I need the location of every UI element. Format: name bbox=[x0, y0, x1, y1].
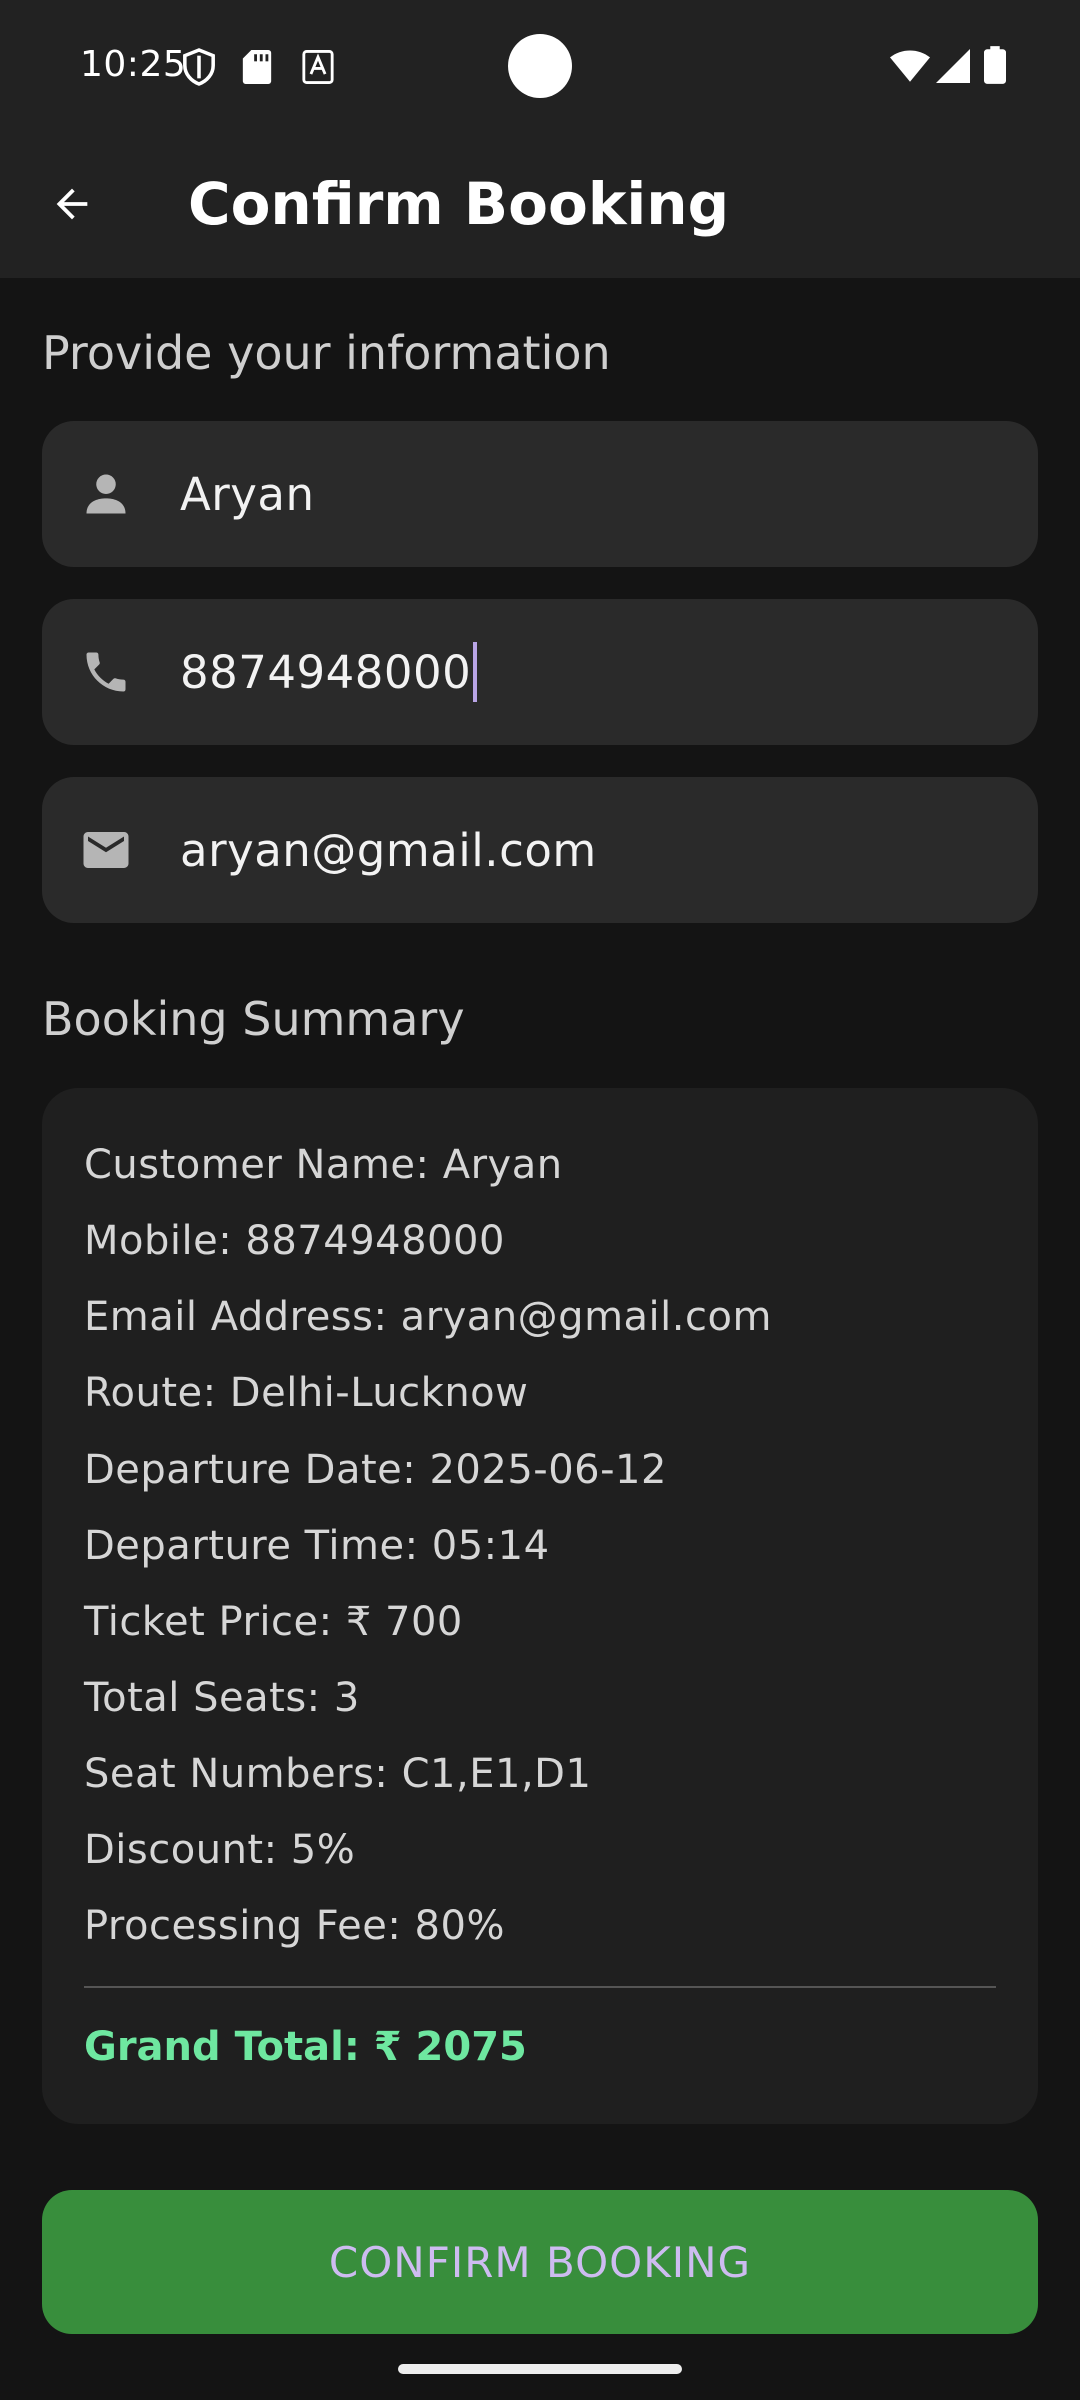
email-field[interactable]: aryan@gmail.com bbox=[42, 777, 1038, 923]
back-button[interactable] bbox=[36, 170, 108, 242]
mobile-field-text: 8874948000 bbox=[180, 645, 472, 699]
summary-route: Route: Delhi-Lucknow bbox=[84, 1370, 529, 1416]
name-field-value: Aryan bbox=[180, 467, 315, 521]
name-field[interactable]: Aryan bbox=[42, 421, 1038, 567]
text-cursor bbox=[473, 642, 478, 702]
mobile-field-value: 8874948000 bbox=[180, 599, 478, 745]
summary-divider bbox=[84, 1986, 996, 1988]
sd-card-icon bbox=[242, 50, 272, 88]
grand-total: Grand Total: ₹ 2075 bbox=[84, 2024, 527, 2070]
summary-seat-numbers: Seat Numbers: C1,E1,D1 bbox=[84, 1751, 592, 1797]
summary-discount: Discount: 5% bbox=[84, 1827, 356, 1873]
summary-email: Email Address: aryan@gmail.com bbox=[84, 1294, 772, 1340]
person-icon bbox=[78, 466, 134, 522]
summary-processing-fee: Processing Fee: 80% bbox=[84, 1903, 505, 1949]
summary-departure-date: Departure Date: 2025-06-12 bbox=[84, 1447, 667, 1493]
email-field-value: aryan@gmail.com bbox=[180, 823, 597, 877]
mail-icon bbox=[78, 822, 134, 878]
camera-cutout bbox=[508, 34, 572, 98]
mobile-field[interactable]: 8874948000 bbox=[42, 599, 1038, 745]
booking-summary-card: Customer Name: Aryan Mobile: 8874948000 … bbox=[42, 1088, 1038, 2124]
signal-icon bbox=[936, 48, 970, 88]
wifi-icon bbox=[890, 50, 930, 86]
page-title: Confirm Booking bbox=[188, 170, 730, 238]
a-box-icon bbox=[302, 50, 334, 88]
status-time: 10:25 bbox=[80, 44, 187, 85]
information-section-title: Provide your information bbox=[42, 326, 611, 380]
summary-ticket-price: Ticket Price: ₹ 700 bbox=[84, 1599, 463, 1645]
status-bar: 10:25 bbox=[0, 0, 1080, 132]
shield-icon bbox=[182, 48, 216, 90]
summary-customer-name: Customer Name: Aryan bbox=[84, 1142, 563, 1188]
booking-summary-title: Booking Summary bbox=[42, 992, 465, 1046]
summary-departure-time: Departure Time: 05:14 bbox=[84, 1523, 550, 1569]
app-bar: Confirm Booking bbox=[0, 132, 1080, 278]
confirm-booking-button[interactable]: CONFIRM BOOKING bbox=[42, 2190, 1038, 2334]
battery-icon bbox=[984, 46, 1006, 88]
home-indicator[interactable] bbox=[398, 2364, 682, 2374]
phone-icon bbox=[78, 644, 134, 700]
summary-mobile: Mobile: 8874948000 bbox=[84, 1218, 505, 1264]
arrow-back-icon bbox=[49, 181, 95, 231]
summary-total-seats: Total Seats: 3 bbox=[84, 1675, 360, 1721]
